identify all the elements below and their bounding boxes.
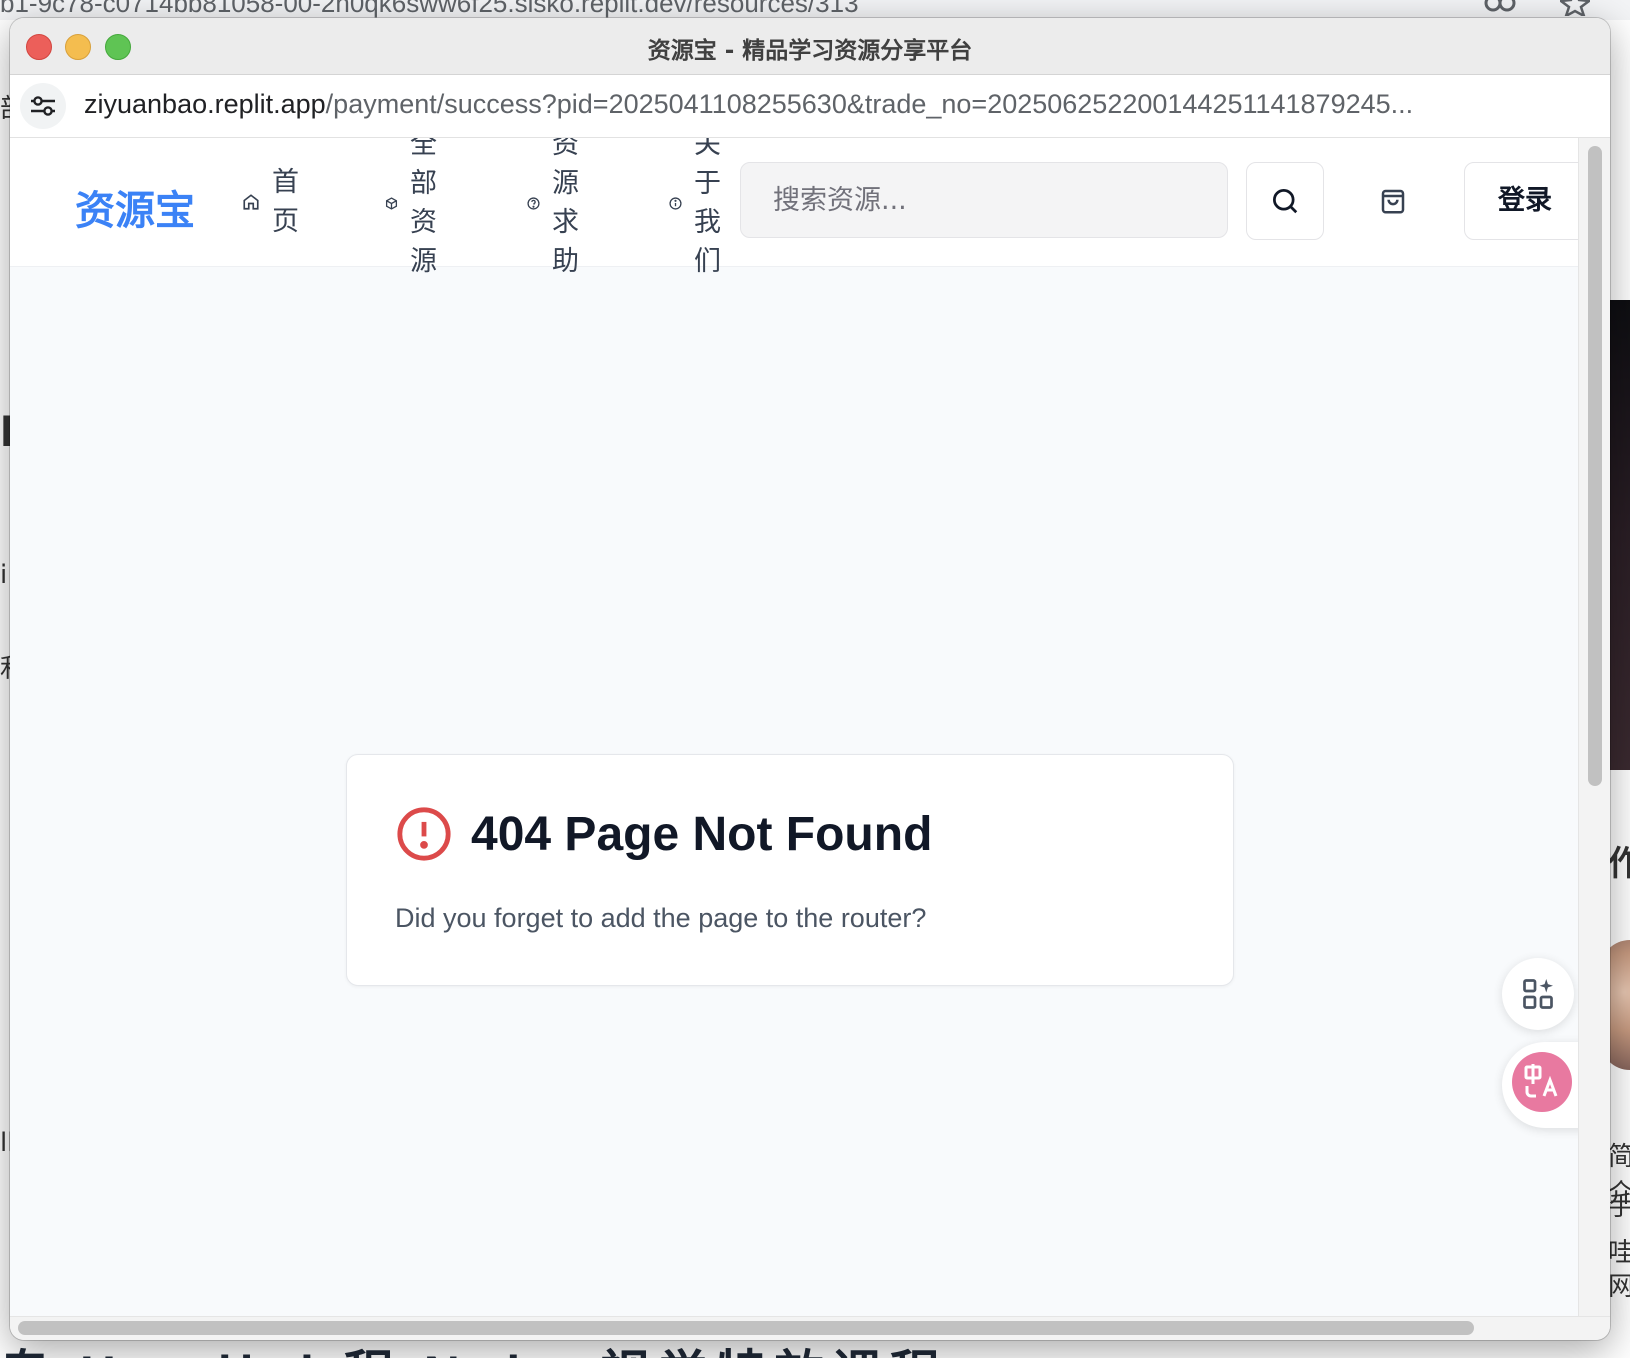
nav-item-resource-help[interactable]: 资源求助 bbox=[527, 138, 582, 281]
search-input[interactable] bbox=[740, 162, 1228, 238]
site-navbar: 资源宝 首页 全部资源 资源求助 关于我们 搜索资源... 登录 bbox=[10, 138, 1578, 277]
popup-window: 资源宝 - 精品学习资源分享平台 ziyuanbao.replit.app/pa… bbox=[10, 18, 1610, 1340]
translate-button[interactable] bbox=[1512, 1052, 1572, 1112]
background-glyph: 哇, bbox=[1608, 1238, 1630, 1268]
horizontal-scrollbar-thumb[interactable] bbox=[18, 1321, 1474, 1335]
error-card-header: 404 Page Not Found bbox=[395, 805, 932, 863]
login-button[interactable]: 登录 bbox=[1464, 162, 1578, 240]
translate-widget bbox=[1502, 1042, 1578, 1128]
package-icon bbox=[385, 196, 398, 210]
search-icon bbox=[1273, 189, 1298, 214]
background-glyph: i bbox=[0, 560, 8, 590]
page-viewport: 资源宝 首页 全部资源 资源求助 关于我们 搜索资源... 登录 404 Pag… bbox=[10, 138, 1578, 1316]
help-circle-icon bbox=[527, 196, 540, 210]
shopping-bag-icon bbox=[1381, 189, 1405, 214]
background-browser-bar: b1-9c78-c0714bb81058-00-2h0qk6sww6f25.si… bbox=[0, 0, 1630, 20]
background-glyph: 手 bbox=[1608, 1192, 1630, 1222]
nav-label: 关于我们 bbox=[694, 138, 721, 277]
title-bar: 资源宝 - 精品学习资源分享平台 bbox=[10, 18, 1610, 75]
url-field[interactable]: ziyuanbao.replit.app/payment/success?pid… bbox=[84, 89, 1584, 120]
cart-button[interactable] bbox=[1354, 162, 1432, 240]
nav-item-home[interactable]: 首页 bbox=[242, 163, 302, 241]
search-button[interactable] bbox=[1246, 162, 1324, 240]
nav-item-all-resources[interactable]: 全部资源 bbox=[385, 138, 440, 281]
background-glyph: 作 bbox=[1608, 844, 1630, 884]
vertical-scrollbar-thumb[interactable] bbox=[1588, 146, 1602, 786]
url-path: /payment/success?pid=2025041108255630&tr… bbox=[325, 89, 1414, 119]
window-title: 资源宝 - 精品学习资源分享平台 bbox=[647, 38, 973, 64]
nav-item-about-us[interactable]: 关于我们 bbox=[669, 138, 724, 281]
home-icon bbox=[242, 193, 260, 211]
apps-sparkle-icon bbox=[1523, 979, 1553, 1009]
error-card: 404 Page Not Found Did you forget to add… bbox=[346, 754, 1234, 986]
error-title: 404 Page Not Found bbox=[471, 807, 933, 861]
info-icon bbox=[669, 196, 682, 210]
nav-label: 全部资源 bbox=[410, 138, 437, 277]
error-description: Did you forget to add the page to the ro… bbox=[395, 903, 927, 933]
address-bar[interactable]: ziyuanbao.replit.app/payment/success?pid… bbox=[10, 75, 1610, 138]
background-toolbar-icons bbox=[1484, 0, 1590, 16]
tune-icon bbox=[31, 96, 55, 116]
nav-label: 资源求助 bbox=[552, 138, 579, 277]
translate-icon bbox=[1524, 1064, 1558, 1098]
key-icon bbox=[1484, 0, 1516, 12]
star-icon bbox=[1560, 0, 1590, 16]
url-domain: ziyuanbao.replit.app bbox=[84, 89, 326, 119]
background-url: b1-9c78-c0714bb81058-00-2h0qk6sww6f25.si… bbox=[0, 0, 859, 18]
site-logo[interactable]: 资源宝 bbox=[75, 178, 195, 236]
background-glyph: 网 bbox=[1608, 1272, 1630, 1302]
alert-circle-icon bbox=[397, 807, 451, 861]
nav-label: 首页 bbox=[272, 167, 299, 237]
site-info-button[interactable] bbox=[20, 83, 66, 129]
apps-sparkle-button[interactable] bbox=[1502, 958, 1574, 1030]
